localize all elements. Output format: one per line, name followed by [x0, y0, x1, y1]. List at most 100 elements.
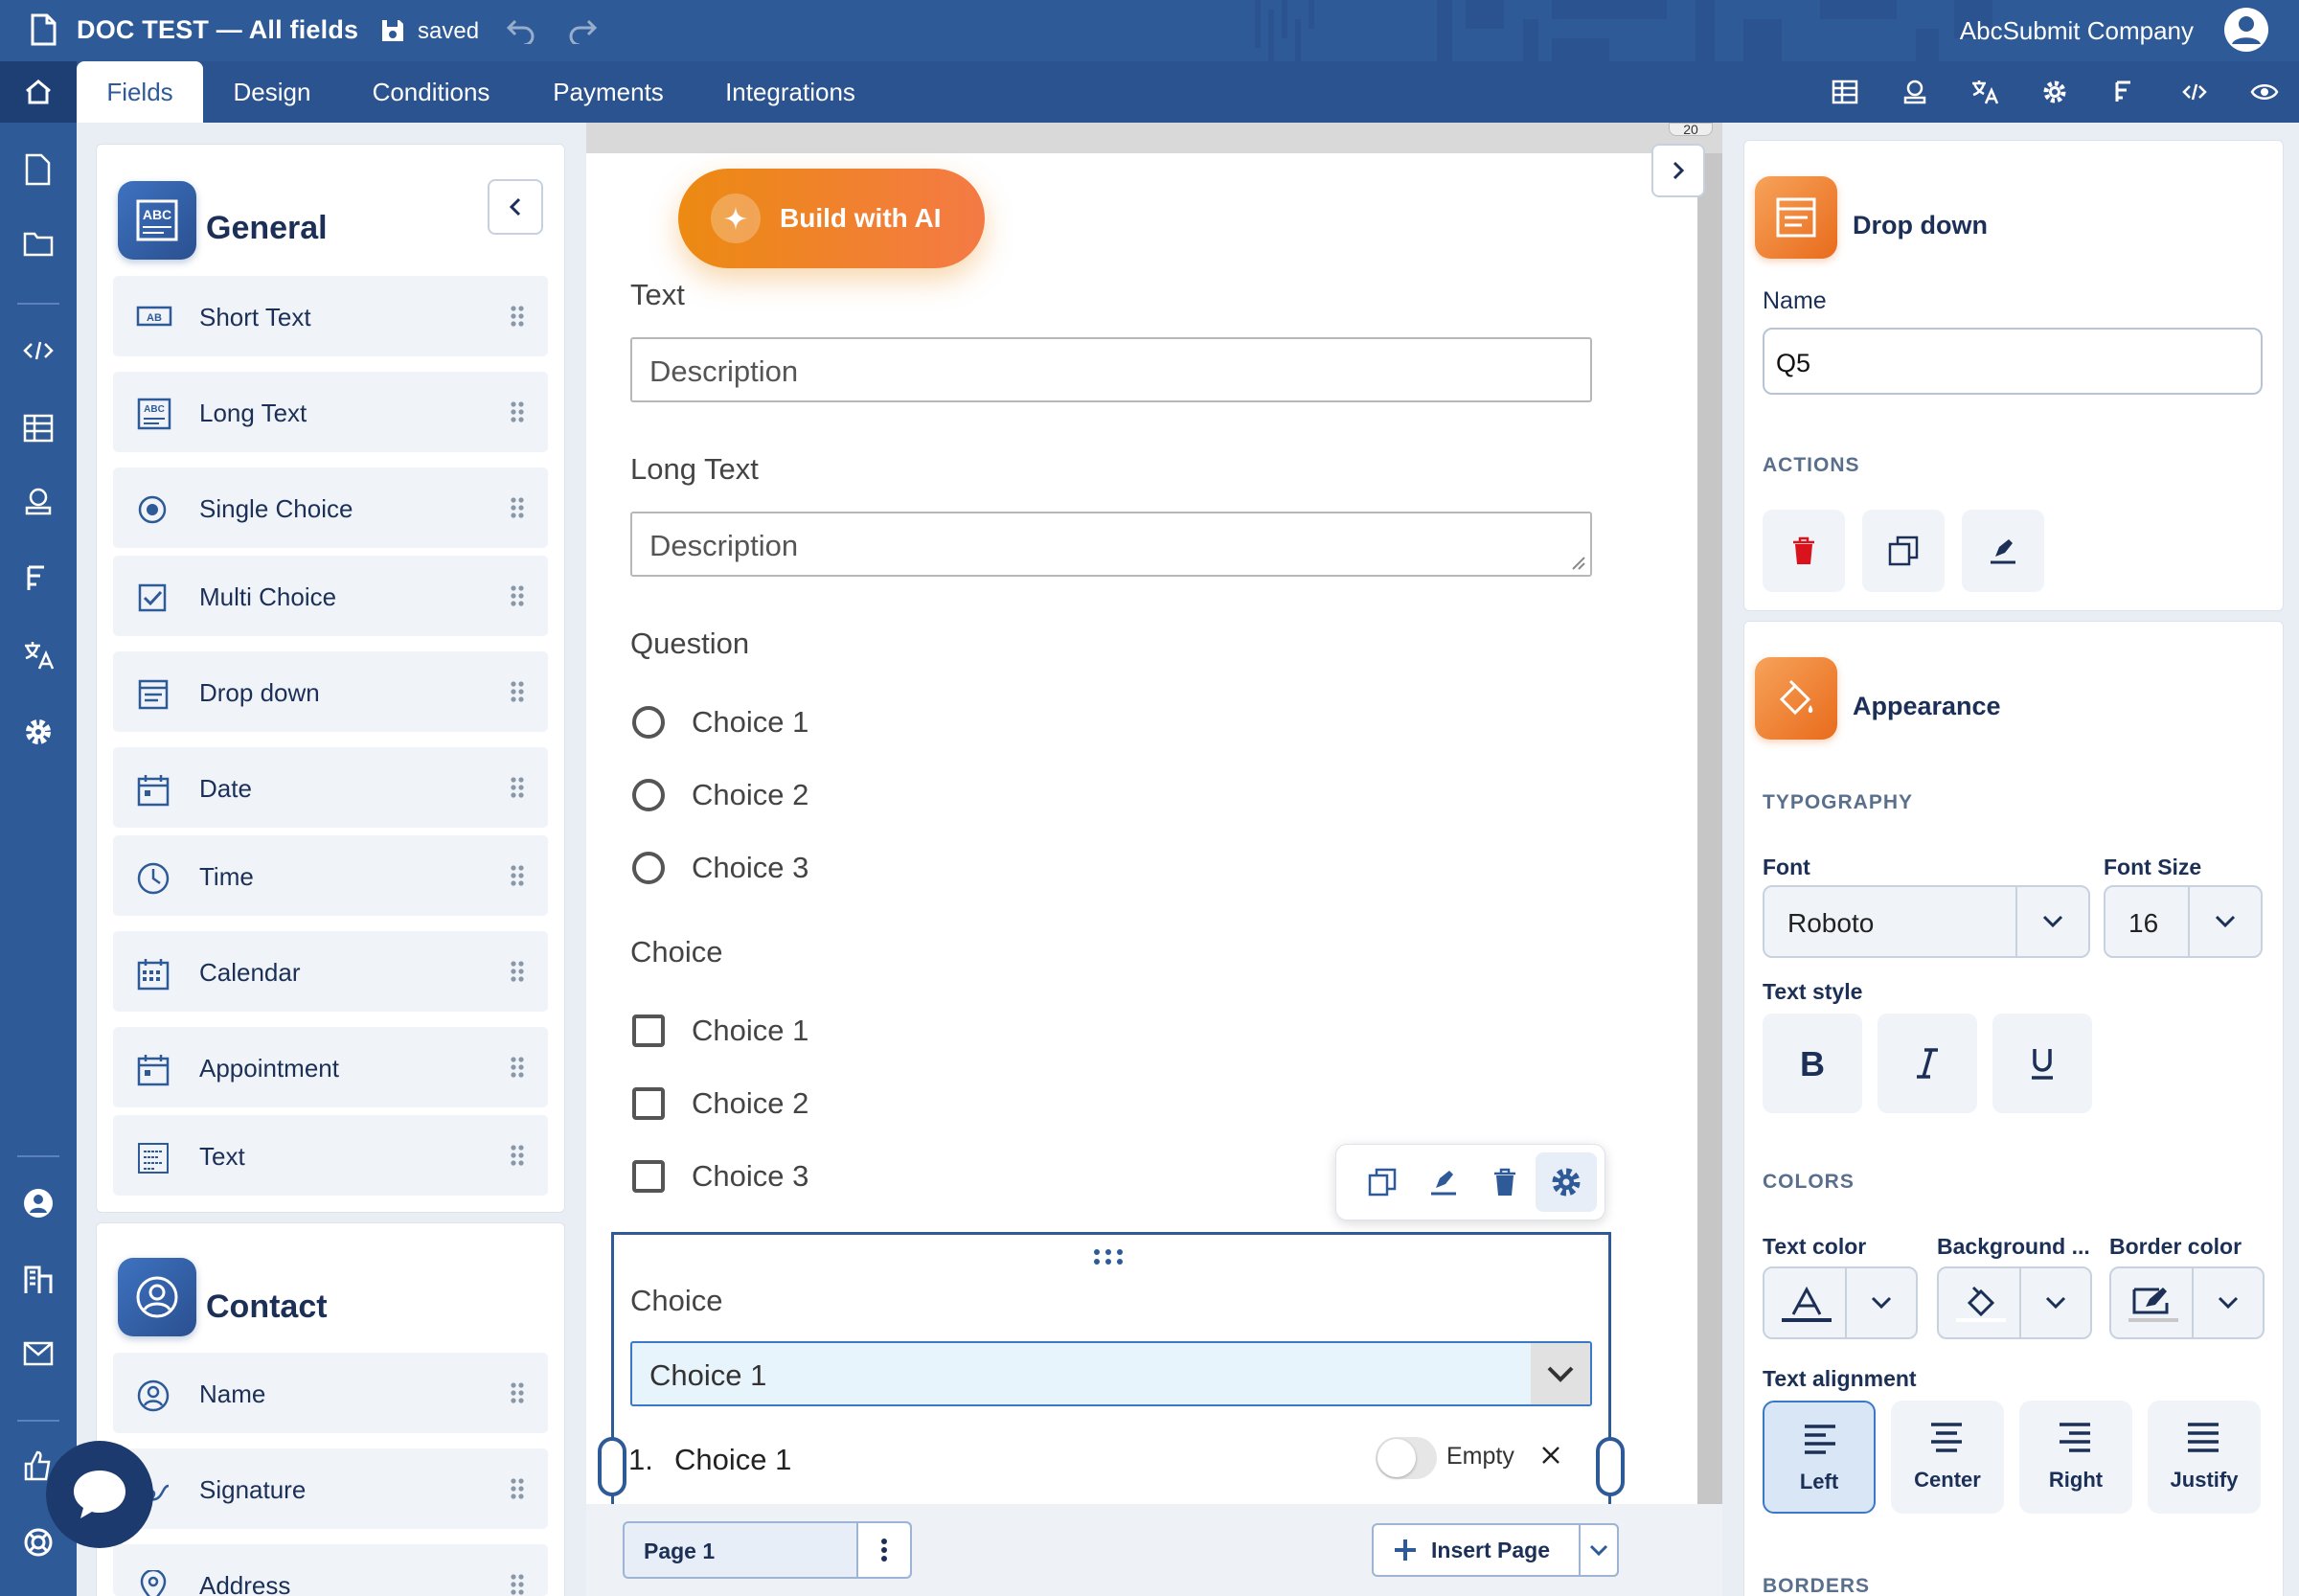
user-avatar-icon[interactable]: [2222, 6, 2270, 54]
radio-button[interactable]: [632, 779, 665, 811]
chevron-down-icon[interactable]: [2188, 887, 2261, 956]
field-name[interactable]: Name: [113, 1353, 548, 1433]
align-center-button[interactable]: Center: [1891, 1401, 2004, 1514]
drag-handle-icon[interactable]: [510, 584, 525, 607]
mail-icon[interactable]: [23, 1341, 54, 1366]
align-left-button[interactable]: Left: [1763, 1401, 1876, 1514]
long-text-field-textarea[interactable]: Description: [630, 512, 1592, 577]
bold-button[interactable]: B: [1763, 1014, 1862, 1113]
drag-handle-icon[interactable]: [510, 305, 525, 328]
tab-payments[interactable]: Payments: [536, 61, 680, 123]
company-name[interactable]: AbcSubmit Company: [1960, 16, 2194, 46]
align-right-button[interactable]: Right: [2019, 1401, 2132, 1514]
field-short-text[interactable]: AB Short Text: [113, 276, 548, 356]
resize-handle-left[interactable]: [598, 1437, 626, 1496]
canvas-scrollbar[interactable]: [1697, 153, 1722, 1504]
trash-icon[interactable]: [1474, 1167, 1536, 1197]
build-with-ai-button[interactable]: Build with AI: [678, 169, 985, 268]
insert-page-dropdown[interactable]: [1579, 1523, 1619, 1577]
table-icon[interactable]: [1810, 80, 1879, 104]
radio-button[interactable]: [632, 706, 665, 739]
chat-support-button[interactable]: [46, 1441, 153, 1548]
workflow-icon[interactable]: [2089, 79, 2159, 105]
drag-handle-icon[interactable]: [510, 1144, 525, 1167]
background-color-picker[interactable]: [1937, 1266, 2092, 1339]
page-selector[interactable]: Page 1: [623, 1521, 912, 1579]
field-address[interactable]: Address: [113, 1544, 548, 1596]
field-multi-choice[interactable]: Multi Choice: [113, 556, 548, 636]
drag-handle-icon[interactable]: [510, 496, 525, 519]
checkbox-option[interactable]: Choice 1: [632, 1014, 808, 1048]
drag-handle-icon[interactable]: [510, 1477, 525, 1500]
checkbox[interactable]: [632, 1160, 665, 1193]
drag-handle-icon[interactable]: [510, 1381, 525, 1404]
checkbox-option[interactable]: Choice 3: [632, 1159, 808, 1194]
font-select[interactable]: Roboto: [1763, 885, 2090, 958]
field-signature[interactable]: Signature: [113, 1448, 548, 1529]
field-calendar[interactable]: Calendar: [113, 931, 548, 1012]
delete-button[interactable]: [1763, 510, 1845, 592]
eye-icon[interactable]: [2229, 81, 2299, 103]
radio-option[interactable]: Choice 2: [632, 778, 808, 812]
drag-handle-icon[interactable]: [510, 960, 525, 983]
save-icon[interactable]: [379, 17, 406, 44]
drag-handle-icon[interactable]: [510, 776, 525, 799]
field-drop-down[interactable]: Drop down: [113, 651, 548, 732]
drag-handle-icon[interactable]: [510, 1056, 525, 1079]
field-time[interactable]: Time: [113, 835, 548, 916]
translate-icon[interactable]: [1949, 79, 2019, 105]
checkbox[interactable]: [632, 1087, 665, 1120]
resize-handle-right[interactable]: [1596, 1437, 1625, 1496]
radio-option[interactable]: Choice 1: [632, 705, 808, 740]
dropdown-select[interactable]: Choice 1: [630, 1341, 1592, 1406]
underline-button[interactable]: [1992, 1014, 2092, 1113]
page-icon[interactable]: [23, 153, 52, 186]
stamp-icon[interactable]: [1879, 79, 1949, 105]
align-justify-button[interactable]: Justify: [2148, 1401, 2261, 1514]
tab-conditions[interactable]: Conditions: [354, 61, 508, 123]
home-button[interactable]: [0, 61, 77, 123]
duplicate-button[interactable]: [1862, 510, 1945, 592]
radio-option[interactable]: Choice 3: [632, 851, 808, 885]
choice-item-label[interactable]: Choice 1: [674, 1443, 791, 1477]
code-icon[interactable]: [23, 341, 54, 360]
duplicate-icon[interactable]: [1352, 1167, 1413, 1197]
code-icon[interactable]: [2159, 82, 2229, 102]
drag-handle-icon[interactable]: [510, 864, 525, 887]
field-date[interactable]: Date: [113, 747, 548, 828]
field-single-choice[interactable]: Single Choice: [113, 467, 548, 548]
drag-handle-icon[interactable]: [510, 1573, 525, 1596]
tab-design[interactable]: Design: [213, 61, 331, 123]
gear-icon[interactable]: [23, 717, 54, 747]
drag-handle-icon[interactable]: [510, 400, 525, 423]
drag-handle-icon[interactable]: [1092, 1247, 1125, 1266]
name-input[interactable]: Q5: [1763, 328, 2263, 395]
document-title[interactable]: DOC TEST — All fields: [77, 15, 358, 45]
resize-grip-icon[interactable]: [1569, 554, 1586, 571]
translate-icon[interactable]: [23, 640, 54, 671]
edit-icon[interactable]: [1413, 1167, 1474, 1197]
support-icon[interactable]: [23, 1527, 54, 1558]
tab-integrations[interactable]: Integrations: [709, 61, 872, 123]
chevron-down-icon[interactable]: [2015, 887, 2088, 956]
table-icon[interactable]: [23, 414, 54, 443]
checkbox[interactable]: [632, 1015, 665, 1047]
field-text[interactable]: Text: [113, 1115, 548, 1196]
edit-button[interactable]: [1962, 510, 2044, 592]
expand-panel-button[interactable]: [1651, 144, 1705, 197]
checkbox-option[interactable]: Choice 2: [632, 1086, 808, 1121]
account-icon[interactable]: [23, 1188, 54, 1219]
gear-icon[interactable]: [2019, 79, 2089, 105]
font-size-select[interactable]: 16: [2104, 885, 2263, 958]
chevron-down-icon[interactable]: [2019, 1268, 2090, 1337]
field-long-text[interactable]: ABC Long Text: [113, 372, 548, 452]
border-color-picker[interactable]: [2109, 1266, 2265, 1339]
organization-icon[interactable]: [23, 1265, 54, 1295]
text-color-picker[interactable]: [1763, 1266, 1918, 1339]
close-icon[interactable]: [1540, 1445, 1561, 1466]
kebab-menu-icon[interactable]: [856, 1523, 910, 1577]
collapse-panel-button[interactable]: [488, 179, 543, 235]
drag-handle-icon[interactable]: [510, 680, 525, 703]
tab-fields[interactable]: Fields: [77, 61, 203, 123]
field-appointment[interactable]: Appointment: [113, 1027, 548, 1107]
